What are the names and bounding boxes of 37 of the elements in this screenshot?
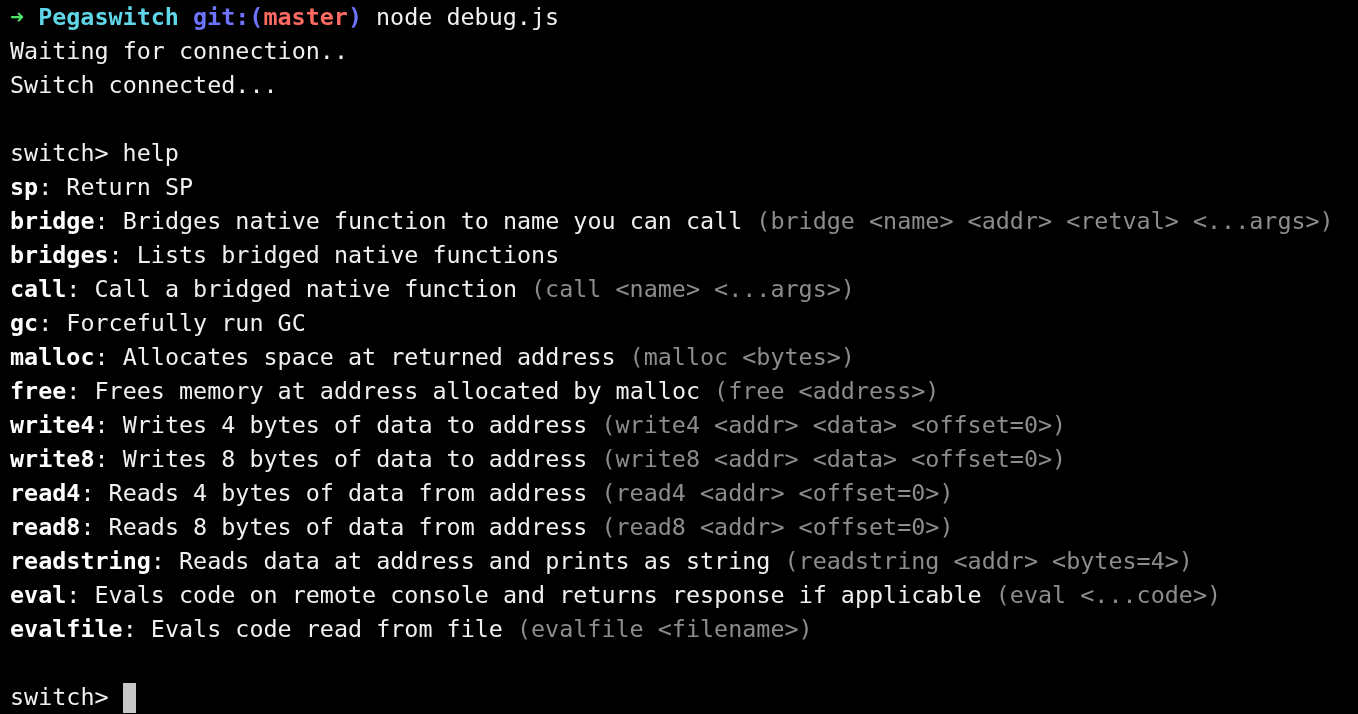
- branch-name: master: [263, 2, 348, 34]
- help-line: bridges: Lists bridged native functions: [10, 240, 560, 272]
- repl-prompt: switch>: [10, 682, 109, 714]
- help-line: readstring: Reads data at address and prints as string: [10, 546, 771, 578]
- output-line: Waiting for connection..: [10, 36, 348, 68]
- help-line: malloc: Allocates space at returned address: [10, 342, 616, 374]
- usage-hint: (free <address>): [714, 376, 940, 408]
- help-line: sp: Return SP: [10, 172, 194, 204]
- usage-hint: (read4 <addr> <offset=0>): [601, 478, 954, 510]
- help-line: evalfile: Evals code read from file: [10, 614, 503, 646]
- prompt-arrow: ➜: [10, 2, 25, 34]
- help-line: gc: Forcefully run GC: [10, 308, 306, 340]
- help-line: write4: Writes 4 bytes of data to address: [10, 410, 588, 442]
- usage-hint: (eval <...code>): [995, 580, 1222, 612]
- help-line: read4: Reads 4 bytes of data from address: [10, 478, 588, 510]
- output-line: Switch connected...: [10, 70, 278, 102]
- git-label-end: ): [347, 2, 362, 34]
- help-line: read8: Reads 8 bytes of data from address: [10, 512, 588, 544]
- repl-prompt: switch>: [10, 138, 109, 170]
- git-label: git:(: [193, 2, 264, 34]
- repl-command: help: [122, 138, 179, 170]
- help-line: bridge: Bridges native function to name you can call: [10, 206, 743, 238]
- help-line: call: Call a bridged native function: [10, 274, 517, 306]
- directory-name: Pegaswitch: [38, 2, 179, 34]
- usage-hint: (bridge <name> <addr> <retval> <...args>): [756, 206, 1334, 238]
- usage-hint: (write4 <addr> <data> <offset=0>): [601, 410, 1067, 442]
- help-line: write8: Writes 8 bytes of data to address: [10, 444, 588, 476]
- usage-hint: (readstring <addr> <bytes=4>): [784, 546, 1193, 578]
- help-line: free: Frees memory at address allocated by malloc: [10, 376, 701, 408]
- usage-hint: (read8 <addr> <offset=0>): [601, 512, 954, 544]
- help-line: eval: Evals code on remote console and returns response if applicable: [10, 580, 982, 612]
- text-cursor: [122, 683, 136, 713]
- usage-hint: (malloc <bytes>): [629, 342, 855, 374]
- command-text: node debug.js: [376, 2, 560, 34]
- usage-hint: (write8 <addr> <data> <offset=0>): [601, 444, 1067, 476]
- usage-hint: (call <name> <...args>): [531, 274, 855, 306]
- usage-hint: (evalfile <filename>): [516, 614, 813, 646]
